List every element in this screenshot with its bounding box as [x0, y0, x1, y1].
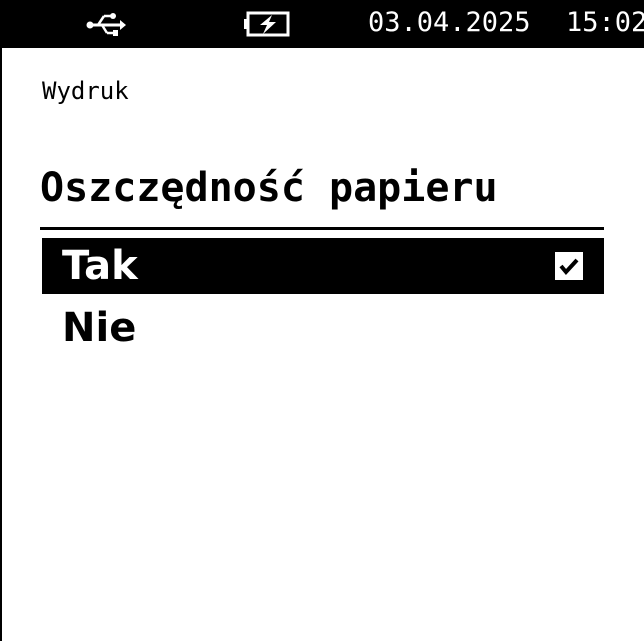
device-screen: 03.04.2025 15:02 Wydruk Oszczędność papi… [0, 0, 644, 641]
option-label: Nie [62, 305, 137, 351]
checkbox-checked-icon[interactable] [555, 252, 583, 280]
title-divider [40, 227, 604, 230]
option-label: Tak [62, 243, 138, 289]
battery-charging-icon [244, 11, 290, 37]
option-tak[interactable]: Tak [42, 238, 604, 294]
status-time: 15:02 [566, 7, 644, 38]
option-nie[interactable]: Nie [42, 300, 604, 356]
screen-left-border [0, 0, 2, 641]
status-bar: 03.04.2025 15:02 [0, 0, 644, 48]
status-date: 03.04.2025 [368, 7, 531, 38]
page-title: Oszczędność papieru [40, 165, 498, 211]
breadcrumb: Wydruk [42, 77, 129, 105]
usb-icon [86, 13, 126, 36]
